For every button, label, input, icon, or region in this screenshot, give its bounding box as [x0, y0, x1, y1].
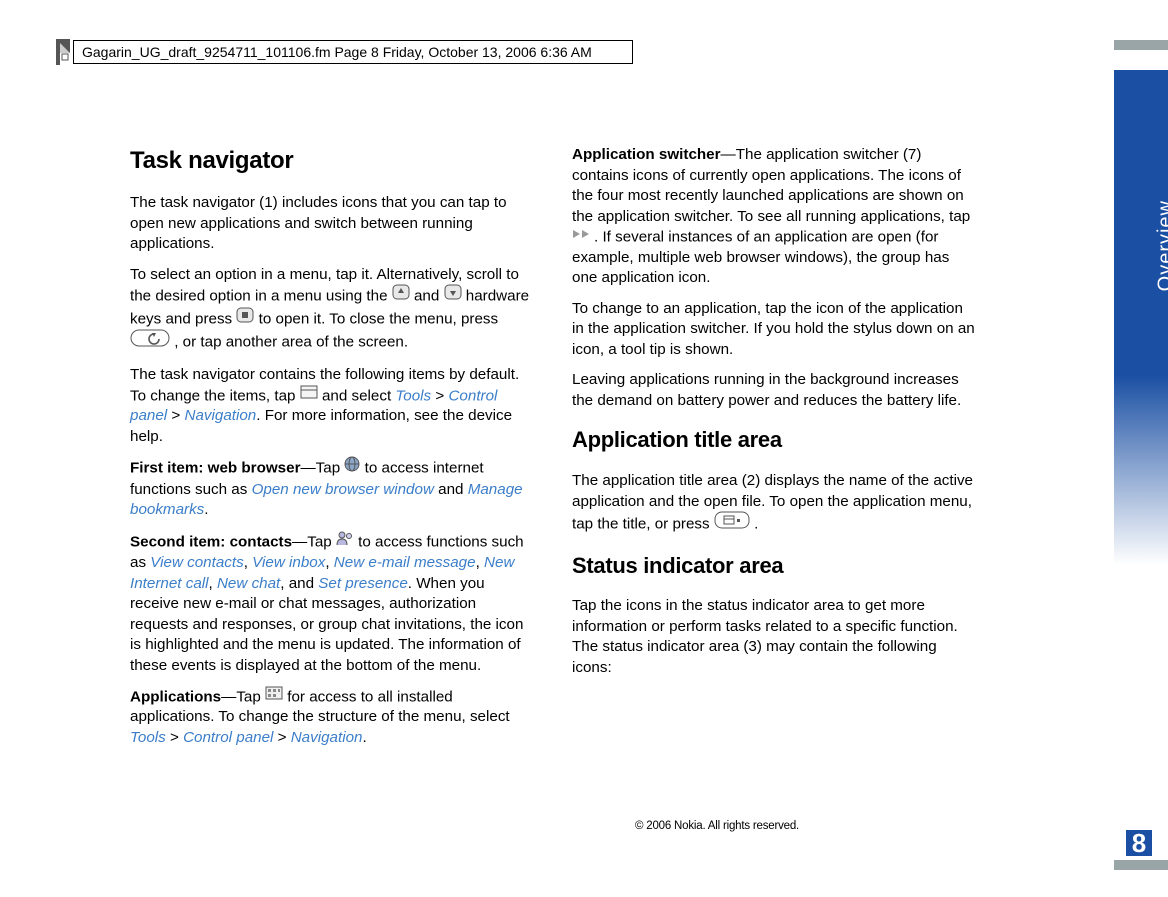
link-open-browser: Open new browser window: [252, 481, 434, 498]
para: The task navigator contains the followin…: [130, 365, 536, 447]
left-column: Task navigator The task navigator (1) in…: [130, 145, 536, 758]
heading-status-area: Status indicator area: [572, 551, 978, 581]
up-key-icon: [392, 284, 410, 307]
label-first-item: First item: web browser: [130, 460, 300, 477]
side-top-stripe: [1114, 40, 1168, 50]
page-corner-icon: [56, 39, 70, 65]
right-column: Application switcher—The application swi…: [572, 145, 978, 758]
copyright-text: © 2006 Nokia. All rights reserved.: [635, 820, 799, 832]
down-key-icon: [444, 284, 462, 307]
page-content: Task navigator The task navigator (1) in…: [130, 145, 980, 758]
page-number: 8: [1126, 830, 1152, 856]
draft-header-bar: Gagarin_UG_draft_9254711_101106.fm Page …: [73, 40, 633, 64]
para: The application title area (2) displays …: [572, 471, 978, 537]
link-view-contacts: View contacts: [150, 554, 243, 571]
link-navigation: Navigation: [291, 729, 363, 746]
label-applications: Applications: [130, 688, 221, 705]
para: Second item: contacts—Tap to access func…: [130, 531, 536, 677]
label-app-switcher: Application switcher: [572, 146, 721, 163]
para: Tap the icons in the status indicator ar…: [572, 596, 978, 678]
apps-grid-icon: [265, 686, 283, 707]
para: Application switcher—The application swi…: [572, 145, 978, 289]
menu-key-icon: [714, 511, 750, 536]
para: Leaving applications running in the back…: [572, 370, 978, 411]
window-icon: [300, 385, 318, 406]
globe-icon: [344, 456, 360, 479]
heading-task-navigator: Task navigator: [130, 145, 536, 177]
side-tab: Overview 8: [1114, 70, 1168, 860]
link-set-presence: Set presence: [318, 575, 408, 592]
para: Applications—Tap for access to all insta…: [130, 687, 536, 749]
para: To select an option in a menu, tap it. A…: [130, 265, 536, 355]
link-tools: Tools: [130, 729, 166, 746]
side-fade: [1114, 375, 1168, 565]
link-tools: Tools: [395, 387, 431, 404]
para: First item: web browser—Tap to access in…: [130, 457, 536, 521]
heading-app-title-area: Application title area: [572, 425, 978, 455]
double-arrow-icon: [572, 226, 594, 247]
label-second-item: Second item: contacts: [130, 533, 292, 550]
draft-header-text: Gagarin_UG_draft_9254711_101106.fm Page …: [82, 44, 592, 60]
escape-key-icon: [130, 329, 170, 354]
para: To change to an application, tap the ico…: [572, 299, 978, 361]
page-container: Gagarin_UG_draft_9254711_101106.fm Page …: [55, 40, 1115, 860]
link-navigation: Navigation: [184, 407, 256, 424]
link-view-inbox: View inbox: [252, 554, 325, 571]
link-control-panel: Control panel: [183, 729, 273, 746]
para: The task navigator (1) includes icons th…: [130, 193, 536, 255]
side-section-label: Overview: [1154, 200, 1168, 291]
center-key-icon: [236, 307, 254, 330]
link-new-chat: New chat: [217, 575, 280, 592]
link-new-email: New e-mail message: [334, 554, 476, 571]
contacts-icon: [336, 530, 354, 553]
side-bottom-stripe: [1114, 860, 1168, 870]
